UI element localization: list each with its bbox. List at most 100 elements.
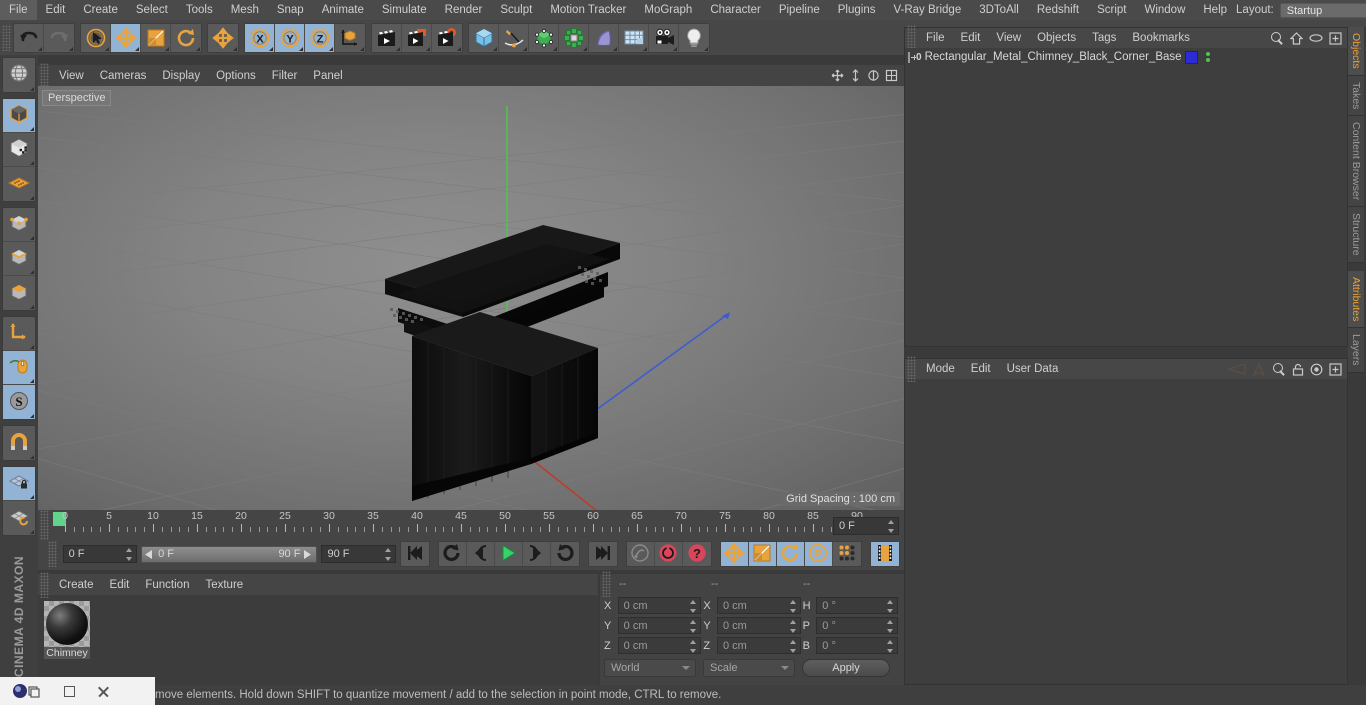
viewport-menu-view[interactable]: View: [51, 70, 92, 82]
object-menu-bookmarks[interactable]: Bookmarks: [1124, 32, 1198, 44]
play-button[interactable]: [495, 542, 523, 566]
rotate-view-icon[interactable]: [867, 69, 880, 82]
spinner-icon[interactable]: [690, 620, 697, 633]
menu-edit[interactable]: Edit: [37, 0, 75, 20]
menu-simulate[interactable]: Simulate: [373, 0, 436, 20]
object-menu-view[interactable]: View: [988, 32, 1029, 44]
menu-snap[interactable]: Snap: [268, 0, 313, 20]
home-icon[interactable]: [1290, 31, 1303, 45]
axis-mode-button[interactable]: [3, 317, 35, 351]
material-menu-edit[interactable]: Edit: [102, 579, 138, 591]
side-tab-structure[interactable]: Structure: [1348, 207, 1364, 263]
search-icon[interactable]: [1272, 362, 1286, 376]
magnet-tool-button[interactable]: [3, 426, 35, 460]
mograph-button[interactable]: [559, 23, 589, 52]
popup-corner-icon[interactable]: [553, 46, 557, 51]
menu-select[interactable]: Select: [127, 0, 177, 20]
previous-frame-button[interactable]: [467, 542, 495, 566]
popup-corner-icon[interactable]: [30, 495, 34, 499]
popup-corner-icon[interactable]: [30, 87, 34, 91]
menu-3dtoall[interactable]: 3DToAll: [970, 0, 1028, 20]
spinner-icon[interactable]: [887, 600, 894, 613]
popup-corner-icon[interactable]: [704, 46, 708, 51]
side-tab-objects[interactable]: Objects: [1348, 27, 1364, 76]
lock-icon[interactable]: [1292, 363, 1304, 376]
material-menu-function[interactable]: Function: [137, 579, 197, 591]
record-question-button[interactable]: ?: [683, 542, 711, 566]
spinner-icon[interactable]: [789, 620, 797, 633]
close-window-icon[interactable]: [97, 685, 110, 698]
viewport-menu-panel[interactable]: Panel: [305, 70, 350, 82]
workplane-mode-button[interactable]: [3, 167, 35, 201]
visibility-dots-icon[interactable]: [1205, 52, 1210, 62]
maximize-view-icon[interactable]: [885, 69, 898, 82]
menu-render[interactable]: Render: [436, 0, 492, 20]
popup-corner-icon[interactable]: [523, 46, 527, 51]
back-arrow-icon[interactable]: [1224, 363, 1246, 375]
environment-button[interactable]: [619, 23, 649, 52]
object-menu-file[interactable]: File: [918, 32, 953, 44]
material-grip[interactable]: [40, 571, 49, 598]
menu-character[interactable]: Character: [701, 0, 770, 20]
search-icon[interactable]: [1270, 31, 1284, 45]
popup-corner-icon[interactable]: [30, 270, 34, 274]
popup-corner-icon[interactable]: [165, 46, 169, 51]
popup-corner-icon[interactable]: [30, 196, 34, 200]
timeline-ruler[interactable]: 0 5 10 15 20 25 30 35 40 45 50 55 60 65 70 75 80 85 90: [51, 510, 904, 540]
preview-end-field[interactable]: 0 F: [833, 517, 899, 535]
menu-v-ray-bridge[interactable]: V-Ray Bridge: [884, 0, 970, 20]
popup-corner-icon[interactable]: [196, 46, 200, 51]
side-tab-content-browser[interactable]: Content Browser: [1348, 116, 1364, 208]
viewport-menu-cameras[interactable]: Cameras: [92, 70, 155, 82]
play-backwards-loop-button[interactable]: [439, 542, 467, 566]
popup-corner-icon[interactable]: [135, 46, 139, 51]
move-tool[interactable]: [111, 23, 141, 52]
timeline-controls-grip[interactable]: [48, 541, 57, 567]
play-forwards-loop-button[interactable]: [551, 542, 579, 566]
apply-button[interactable]: Apply: [802, 659, 890, 677]
popup-corner-icon[interactable]: [69, 46, 73, 51]
viewport-menu-options[interactable]: Options: [208, 70, 264, 82]
model-mode-button[interactable]: [3, 99, 35, 133]
key-rotation-button[interactable]: [776, 542, 805, 566]
menu-plugins[interactable]: Plugins: [829, 0, 885, 20]
redo-button[interactable]: [44, 24, 74, 52]
live-selection-tool[interactable]: [81, 23, 111, 52]
side-tab-layers[interactable]: Layers: [1348, 328, 1364, 373]
rotation-h-field[interactable]: 0 °: [816, 597, 898, 614]
popup-corner-icon[interactable]: [38, 46, 42, 51]
go-to-start-button[interactable]: [401, 542, 429, 566]
popup-corner-icon[interactable]: [105, 46, 109, 51]
key-position-button[interactable]: [720, 541, 749, 566]
object-menu-objects[interactable]: Objects: [1029, 32, 1084, 44]
layout-select[interactable]: Startup: [1279, 2, 1366, 18]
menu-window[interactable]: Window: [1135, 0, 1194, 20]
current-frame-field[interactable]: 0 F: [62, 545, 138, 563]
world-object-coordinates[interactable]: [335, 24, 365, 52]
menu-pipeline[interactable]: Pipeline: [770, 0, 829, 20]
autokeying-button[interactable]: [627, 542, 655, 566]
attribute-menu-user-data[interactable]: User Data: [999, 363, 1067, 375]
restore-window-icon[interactable]: [64, 685, 75, 697]
attribute-menu-mode[interactable]: Mode: [918, 363, 963, 375]
render-settings-button[interactable]: [432, 24, 462, 52]
popup-corner-icon[interactable]: [426, 46, 430, 51]
menu-file[interactable]: File: [0, 0, 37, 20]
menu-script[interactable]: Script: [1088, 0, 1135, 20]
range-left-arrow-icon[interactable]: [145, 549, 154, 559]
popup-corner-icon[interactable]: [30, 345, 34, 349]
attribute-manager-grip[interactable]: [907, 356, 916, 382]
lock-workplane-button[interactable]: [3, 467, 35, 501]
expand-toggle-icon[interactable]: [908, 51, 916, 63]
coordinate-mode-select[interactable]: Scale: [703, 659, 795, 677]
pan-view-icon[interactable]: [831, 69, 844, 82]
popup-corner-icon[interactable]: [457, 46, 461, 51]
attribute-content[interactable]: [905, 379, 1347, 684]
spinner-icon[interactable]: [126, 548, 133, 561]
popup-corner-icon[interactable]: [30, 414, 34, 418]
popup-corner-icon[interactable]: [30, 305, 34, 309]
render-view-button[interactable]: [372, 23, 402, 52]
popup-corner-icon[interactable]: [299, 46, 303, 51]
popup-corner-icon[interactable]: [493, 46, 497, 51]
viewport-grip[interactable]: [40, 62, 49, 89]
